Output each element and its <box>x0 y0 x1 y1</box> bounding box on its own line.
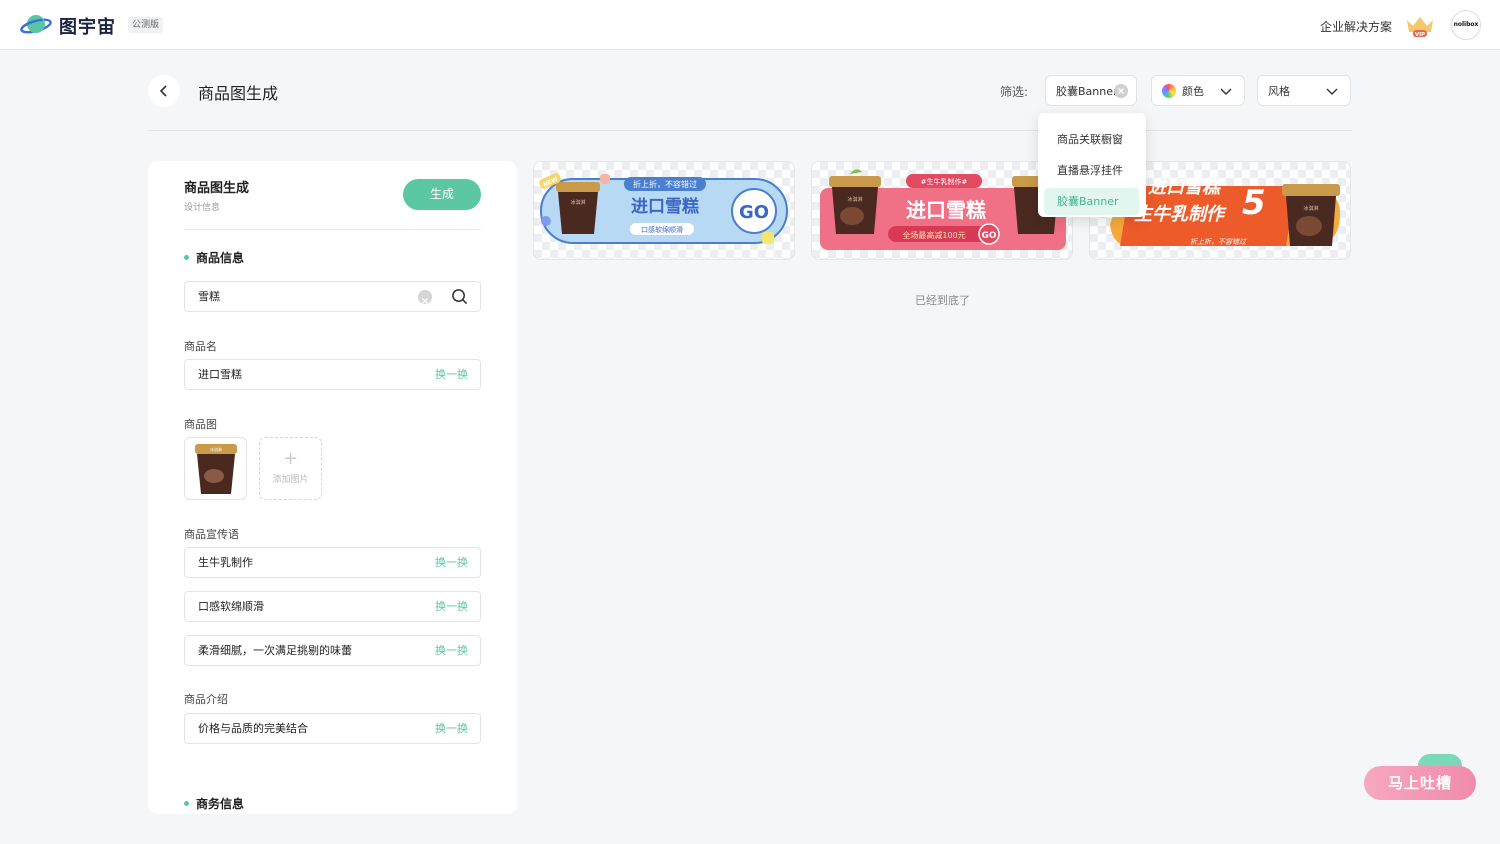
clear-filter-icon[interactable] <box>1114 84 1128 98</box>
panel-divider <box>184 229 481 230</box>
banner-title: 进口雪糕 <box>906 198 986 222</box>
logo-text[interactable]: 图宇宙 <box>59 13 116 39</box>
banner-subtitle: 全场最高减100元 <box>902 230 965 240</box>
section-business-info: 商务信息 <box>184 795 244 812</box>
product-name-label: 商品名 <box>184 340 217 353</box>
banner-title: 进口雪糕 <box>631 196 699 217</box>
style-filter-label: 风格 <box>1268 84 1290 98</box>
banner-tag: 折上折，不容错过 <box>633 179 697 189</box>
result-card-1[interactable]: 折上折，不容错过 进口雪糕 口感软绵顺滑 GO 冰淇淋 NEW <box>533 161 795 260</box>
banner-preview-2: #生牛乳制作# 进口雪糕 全场最高减100元 GO 冰淇淋 <box>820 169 1066 250</box>
generate-button[interactable]: 生成 <box>403 179 481 210</box>
banner-preview-1: 折上折，不容错过 进口雪糕 口感软绵顺滑 GO 冰淇淋 NEW <box>539 173 788 244</box>
product-name-value: 进口雪糕 <box>198 368 242 381</box>
banner-subtitle: 口感软绵顺滑 <box>641 225 683 234</box>
color-wheel-icon <box>1162 83 1176 98</box>
ice-cream-cup-icon: 冰淇淋 <box>194 443 237 494</box>
chevron-down-icon <box>1326 88 1338 95</box>
add-image-button[interactable]: + 添加图片 <box>259 437 322 500</box>
cup-label: 冰淇淋 <box>570 199 585 206</box>
cup-label: 冰淇淋 <box>847 196 862 203</box>
menu-item-product-window[interactable]: 商品关联橱窗 <box>1044 126 1139 153</box>
go-label: GO <box>739 202 769 223</box>
plus-icon: + <box>282 448 299 469</box>
type-filter-value: 胶囊Banner <box>1056 84 1118 98</box>
banner-title-line2: 生牛乳制作 <box>1134 204 1227 225</box>
design-info-panel: 商品图生成 设计信息 生成 商品信息 雪糕 商品名 进口雪糕 换一换 商品图 冰… <box>148 161 517 814</box>
banner-title-line1: 进口雪糕 <box>1148 177 1223 198</box>
result-card-2[interactable]: #生牛乳制作# 进口雪糕 全场最高减100元 GO 冰淇淋 <box>811 161 1073 260</box>
style-filter-dropdown[interactable]: 风格 <box>1257 75 1351 106</box>
color-filter-label: 颜色 <box>1182 84 1204 98</box>
type-filter-menu: 商品关联橱窗 直播悬浮挂件 胶囊Banner <box>1038 113 1146 217</box>
beta-badge: 公测版 <box>128 17 164 33</box>
menu-item-live-widget[interactable]: 直播悬浮挂件 <box>1044 157 1139 184</box>
planet-logo-icon[interactable] <box>20 12 52 38</box>
feedback-button[interactable]: 马上吐槽 <box>1364 766 1476 800</box>
list-end-text: 已经到底了 <box>915 294 970 307</box>
product-image-label: 商品图 <box>184 418 217 431</box>
swap-button[interactable]: 换一换 <box>435 714 468 743</box>
search-value: 雪糕 <box>198 290 220 303</box>
user-avatar[interactable]: nolibox <box>1451 10 1481 40</box>
banner-number: 5 <box>1242 183 1266 223</box>
slogan-value: 生牛乳制作 <box>198 556 253 569</box>
cup-label: 冰淇淋 <box>210 446 222 452</box>
product-search-input[interactable]: 雪糕 <box>184 281 481 312</box>
section-dot <box>184 801 189 806</box>
swap-button[interactable]: 换一换 <box>435 548 468 577</box>
color-filter-dropdown[interactable]: 颜色 <box>1151 75 1245 106</box>
add-image-label: 添加图片 <box>272 475 309 485</box>
enterprise-solutions-link[interactable]: 企业解决方案 <box>1320 18 1392 35</box>
product-intro-field[interactable]: 价格与品质的完美结合 换一换 <box>184 713 481 744</box>
type-filter-chip[interactable]: 胶囊Banner <box>1045 75 1137 106</box>
search-icon[interactable] <box>451 288 468 305</box>
slogan-label: 商品宣传语 <box>184 528 239 541</box>
clear-search-icon[interactable] <box>418 290 432 304</box>
slogan-value: 口感软绵顺滑 <box>198 600 264 613</box>
section-product-label: 商品信息 <box>196 251 245 265</box>
swap-button[interactable]: 换一换 <box>435 592 468 621</box>
slogan-field-1[interactable]: 生牛乳制作 换一换 <box>184 547 481 578</box>
cup-label: 冰淇淋 <box>1303 205 1318 212</box>
slogan-field-2[interactable]: 口感软绵顺滑 换一换 <box>184 591 481 622</box>
intro-value: 价格与品质的完美结合 <box>198 722 308 735</box>
banner-subtitle: 折上折，不容错过 <box>1190 238 1247 246</box>
banner-tag: #生牛乳制作# <box>921 177 968 186</box>
product-name-field[interactable]: 进口雪糕 换一换 <box>184 359 481 390</box>
swap-button[interactable]: 换一换 <box>435 636 468 665</box>
page-title: 商品图生成 <box>198 84 279 103</box>
section-dot <box>184 255 189 260</box>
panel-subtitle: 设计信息 <box>184 203 221 213</box>
section-business-label: 商务信息 <box>196 797 245 811</box>
chevron-down-icon <box>1220 88 1232 95</box>
chevron-left-icon <box>159 85 167 97</box>
intro-label: 商品介绍 <box>184 693 228 706</box>
vip-crown-icon[interactable]: VIP <box>1405 14 1435 38</box>
section-product-info: 商品信息 <box>184 249 244 266</box>
swap-button[interactable]: 换一换 <box>435 360 468 389</box>
menu-item-capsule-banner[interactable]: 胶囊Banner <box>1044 188 1139 215</box>
top-header: 图宇宙 公测版 企业解决方案 VIP nolibox <box>0 0 1500 50</box>
slogan-field-3[interactable]: 柔滑细腻，一次满足挑剔的味蕾 换一换 <box>184 635 481 666</box>
go-label: GO <box>981 231 996 241</box>
back-button[interactable] <box>148 75 180 107</box>
product-image-thumbnail[interactable]: 冰淇淋 <box>184 437 247 500</box>
header-divider <box>148 130 1352 131</box>
slogan-value: 柔滑细腻，一次满足挑剔的味蕾 <box>198 644 352 657</box>
filter-label: 筛选: <box>1000 85 1029 99</box>
vip-label: VIP <box>1415 32 1425 38</box>
panel-title: 商品图生成 <box>184 181 250 196</box>
